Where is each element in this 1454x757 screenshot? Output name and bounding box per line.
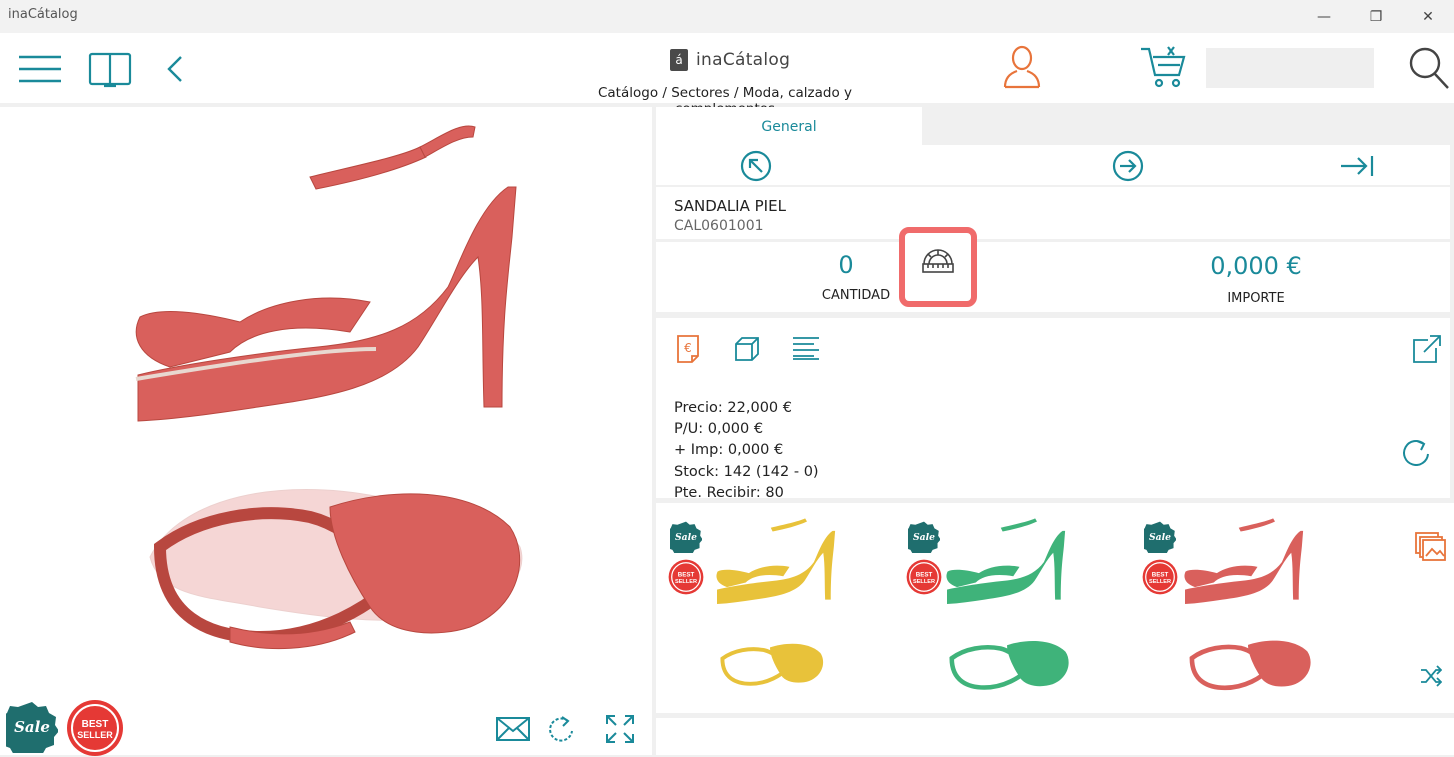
svg-text:€: € xyxy=(684,341,692,355)
svg-text:Sale: Sale xyxy=(1149,532,1171,543)
description-lines-icon[interactable] xyxy=(792,336,820,360)
close-button[interactable]: ✕ xyxy=(1402,0,1454,33)
best-seller-badge-icon: BEST SELLER xyxy=(906,559,942,595)
brand-mark: á xyxy=(670,49,688,71)
tab-general[interactable]: General xyxy=(656,107,922,145)
related-shoe-top-image xyxy=(949,640,1069,690)
expand-icon[interactable] xyxy=(606,715,634,743)
window-title: inaCátalog xyxy=(8,7,78,22)
search-input[interactable] xyxy=(1206,48,1374,88)
best-badge-text: BEST xyxy=(82,719,109,730)
related-item[interactable]: Sale BEST SELLER xyxy=(1142,503,1372,708)
sizes-button[interactable] xyxy=(899,227,977,307)
catalog-book-icon[interactable] xyxy=(88,51,132,89)
rotate-icon[interactable] xyxy=(548,715,574,743)
menu-icon[interactable] xyxy=(18,53,62,85)
svg-text:SELLER: SELLER xyxy=(1149,579,1171,585)
best-seller-badge-icon: BEST SELLER xyxy=(67,700,123,756)
refresh-icon[interactable] xyxy=(1402,438,1430,466)
mail-icon[interactable] xyxy=(496,717,530,741)
window-titlebar: inaCátalog — ❐ ✕ xyxy=(0,0,1454,33)
related-products: Sale BEST SELLER Sale BEST SELLER Sale B… xyxy=(656,503,1454,713)
open-external-icon[interactable] xyxy=(1412,334,1442,364)
sale-badge-icon: Sale xyxy=(1144,521,1176,553)
tax-line: + Imp: 0,000 € xyxy=(674,442,784,459)
price-details: Precio: 22,000 € P/U: 0,000 € + Imp: 0,0… xyxy=(674,398,819,500)
svg-text:Sale: Sale xyxy=(675,532,697,543)
price-line: Precio: 22,000 € xyxy=(674,400,792,416)
sale-badge-icon: Sale xyxy=(6,702,58,753)
product-name: SANDALIA PIEL xyxy=(674,197,786,215)
quantity-value[interactable]: 0 xyxy=(816,251,876,279)
product-code: CAL0601001 xyxy=(674,218,764,234)
protractor-icon xyxy=(922,249,954,273)
best-seller-badge-icon: BEST SELLER xyxy=(1142,559,1178,595)
stock-line: Stock: 142 (142 - 0) xyxy=(674,463,819,480)
product-image-top xyxy=(149,489,523,650)
svg-text:BEST: BEST xyxy=(916,571,933,578)
brand-logo: á inaCátalog xyxy=(670,49,790,71)
amount-value: 0,000 € xyxy=(1210,252,1302,280)
next-arrow-icon[interactable] xyxy=(1112,150,1144,182)
quantity-row: 0 CANTIDAD 0,000 € IMPORTE xyxy=(656,227,1450,312)
app-header: á inaCátalog Catálogo / Sectores / Moda,… xyxy=(0,33,1454,117)
related-item[interactable]: Sale BEST SELLER xyxy=(904,503,1134,708)
svg-text:BEST: BEST xyxy=(1152,571,1169,578)
pending-line: Pte. Recibir: 80 xyxy=(674,484,784,500)
svg-text:SELLER: SELLER xyxy=(913,579,935,585)
sale-badge-text: Sale xyxy=(14,718,50,736)
product-image-panel[interactable]: Sale BEST SELLER xyxy=(0,107,652,756)
price-document-icon[interactable]: € xyxy=(676,334,700,364)
maximize-button[interactable]: ❐ xyxy=(1350,0,1402,33)
go-up-arrow-icon[interactable] xyxy=(740,150,772,182)
search-icon[interactable] xyxy=(1408,46,1450,90)
quantity-label: CANTIDAD xyxy=(821,288,891,303)
details-panel: € Precio: 22,000 € P/U: 0,000 € + Imp: 0… xyxy=(656,318,1450,500)
svg-text:Sale: Sale xyxy=(913,532,935,543)
related-shoe-side-image xyxy=(1184,518,1304,604)
related-shoe-side-image xyxy=(946,518,1066,604)
minimize-button[interactable]: — xyxy=(1298,0,1350,33)
box-icon[interactable] xyxy=(734,336,760,362)
related-shoe-side-image xyxy=(716,518,836,604)
bottom-panel xyxy=(656,718,1454,755)
shopping-cart-icon[interactable] xyxy=(1140,45,1186,89)
seller-badge-text: SELLER xyxy=(77,730,113,740)
brand-name: inaCátalog xyxy=(696,50,791,70)
last-arrow-icon[interactable] xyxy=(1340,155,1374,177)
related-shoe-top-image xyxy=(1189,640,1311,691)
unit-price-line: P/U: 0,000 € xyxy=(674,421,764,438)
sale-badge-icon: Sale xyxy=(670,521,702,553)
related-item[interactable]: Sale BEST SELLER xyxy=(666,503,896,708)
svg-text:BEST: BEST xyxy=(678,571,695,578)
back-arrow-icon[interactable] xyxy=(166,55,184,83)
related-shoe-top-image xyxy=(720,643,824,686)
svg-text:SELLER: SELLER xyxy=(675,579,697,585)
navigation-row xyxy=(656,145,1450,185)
sale-badge-icon: Sale xyxy=(908,521,940,553)
best-seller-badge-icon: BEST SELLER xyxy=(668,559,704,595)
gallery-icon[interactable] xyxy=(1414,531,1446,563)
product-image-side xyxy=(135,125,517,422)
product-info: SANDALIA PIEL CAL0601001 xyxy=(656,187,1450,239)
amount-label: IMPORTE xyxy=(1227,291,1285,306)
shuffle-icon[interactable] xyxy=(1420,665,1442,687)
tab-bar: General xyxy=(656,107,1454,145)
user-icon[interactable] xyxy=(1002,45,1042,89)
